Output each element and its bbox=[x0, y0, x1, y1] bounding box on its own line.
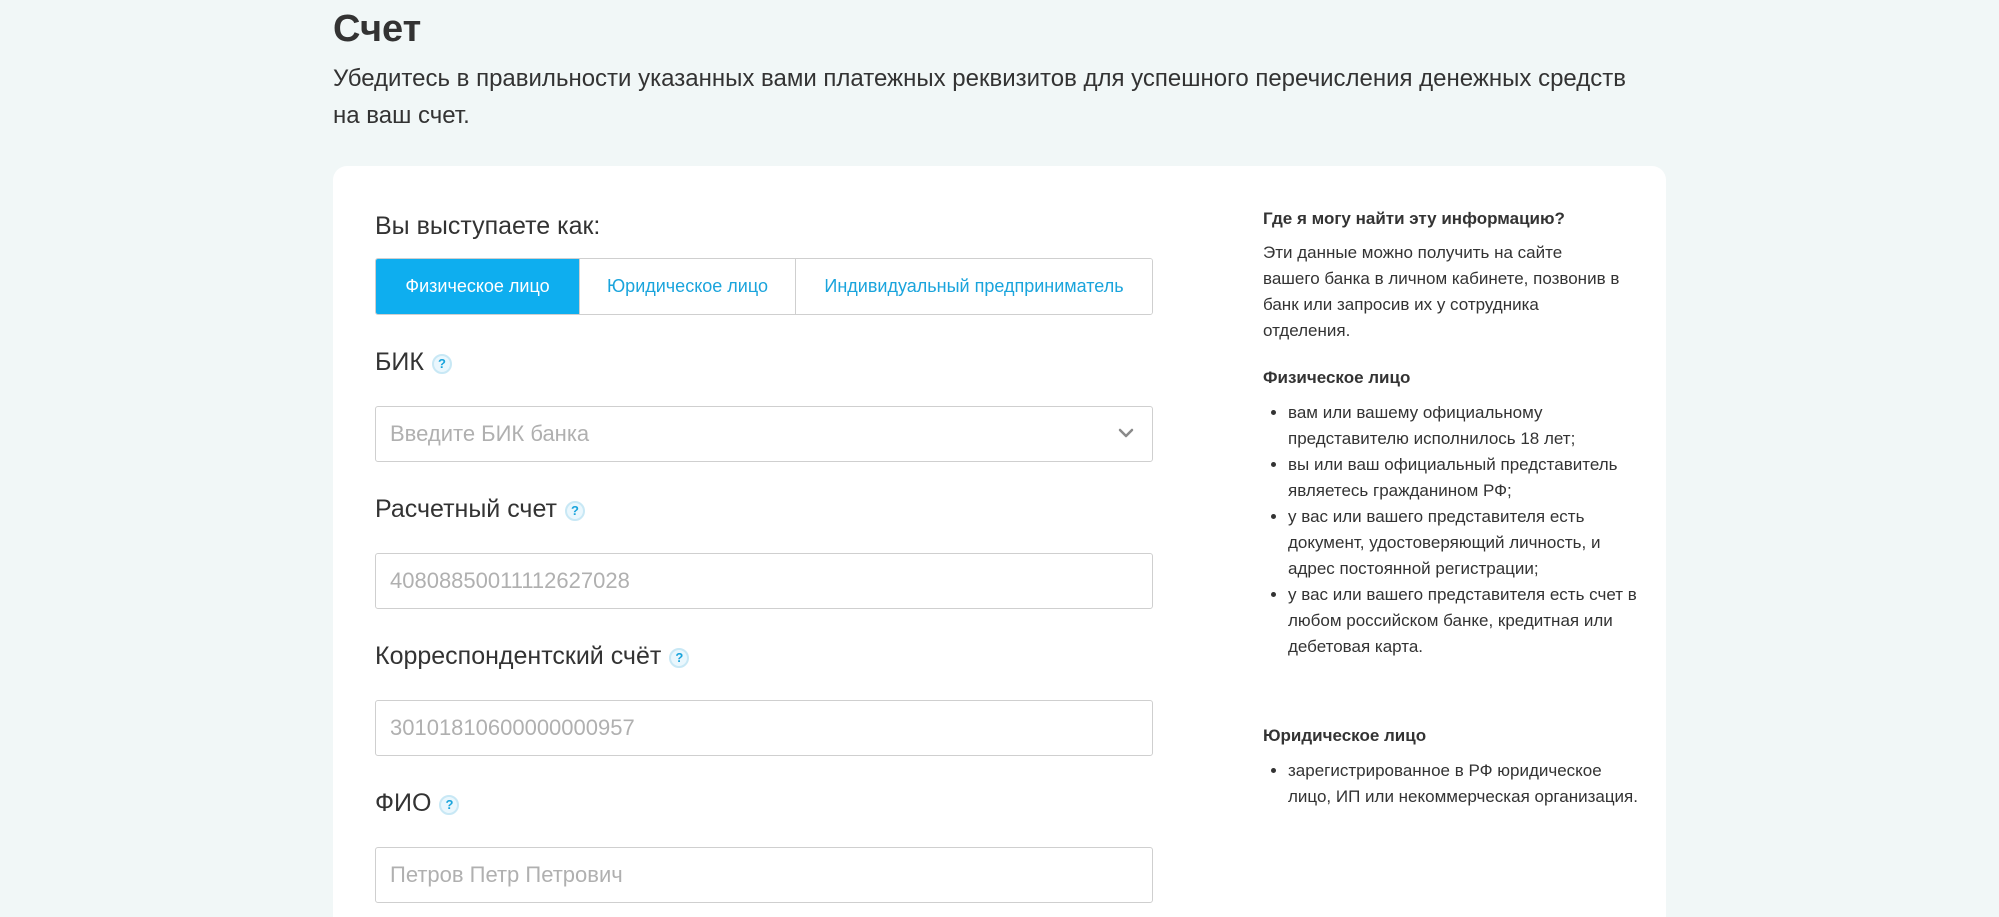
fio-input[interactable] bbox=[376, 848, 1152, 902]
corr-account-label: Корреспондентский счёт ? bbox=[375, 641, 690, 671]
role-selector: Физическое лицо Юридическое лицо Индивид… bbox=[375, 258, 1153, 315]
legal-title: Юридическое лицо bbox=[1263, 726, 1427, 745]
bik-input[interactable] bbox=[376, 407, 1152, 461]
list-item: у вас или вашего представителя есть счет… bbox=[1288, 582, 1648, 660]
role-option-entrepreneur[interactable]: Индивидуальный предприниматель bbox=[796, 259, 1152, 314]
bik-select[interactable] bbox=[375, 406, 1153, 462]
list-item: вам или вашему официальному представител… bbox=[1288, 400, 1648, 452]
page-description: Убедитесь в правильности указанных вами … bbox=[333, 65, 1626, 129]
individual-title: Физическое лицо bbox=[1263, 368, 1411, 387]
role-question: Вы выступаете как: bbox=[375, 212, 601, 240]
page-title: Счет bbox=[333, 8, 422, 50]
legal-list: зарегистрированное в РФ юридическое лицо… bbox=[1263, 758, 1648, 810]
corr-account-label-text: Корреспондентский счёт bbox=[375, 642, 662, 670]
role-option-legal-entity[interactable]: Юридическое лицо bbox=[580, 259, 796, 314]
account-label-text: Расчетный счет bbox=[375, 495, 557, 523]
bik-help-icon[interactable]: ? bbox=[431, 354, 452, 374]
account-help-icon[interactable]: ? bbox=[564, 501, 585, 521]
bik-label: БИК ? bbox=[375, 347, 452, 377]
chevron-down-icon[interactable] bbox=[1118, 425, 1134, 441]
individual-list: вам или вашему официальному представител… bbox=[1263, 400, 1648, 660]
list-item: зарегистрированное в РФ юридическое лицо… bbox=[1288, 758, 1648, 810]
account-field[interactable] bbox=[375, 553, 1153, 609]
page: Счет Убедитесь в правильности указанных … bbox=[0, 0, 1999, 917]
role-option-individual[interactable]: Физическое лицо bbox=[376, 259, 580, 314]
fio-label-text: ФИО bbox=[375, 789, 432, 817]
fio-field[interactable] bbox=[375, 847, 1153, 903]
list-item: вы или ваш официальный представитель явл… bbox=[1288, 452, 1648, 504]
corr-account-help-icon[interactable]: ? bbox=[669, 648, 690, 668]
fio-label: ФИО ? bbox=[375, 788, 460, 818]
form-card: Вы выступаете как: Физическое лицо Юриди… bbox=[333, 166, 1666, 917]
account-label: Расчетный счет ? bbox=[375, 494, 585, 524]
help-title: Где я могу найти эту информацию? bbox=[1263, 209, 1565, 228]
corr-account-field[interactable] bbox=[375, 700, 1153, 756]
help-intro: Эти данные можно получить на сайте вашег… bbox=[1263, 243, 1620, 340]
list-item: у вас или вашего представителя есть доку… bbox=[1288, 504, 1648, 582]
corr-account-input[interactable] bbox=[376, 701, 1152, 755]
bik-label-text: БИК bbox=[375, 348, 424, 376]
account-input[interactable] bbox=[376, 554, 1152, 608]
fio-help-icon[interactable]: ? bbox=[439, 795, 460, 815]
